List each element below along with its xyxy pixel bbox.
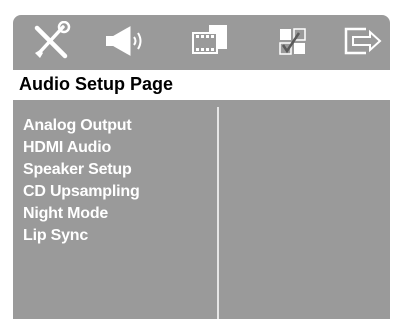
exit-icon[interactable]: [340, 21, 384, 61]
audio-setup-menu: Analog Output HDMI Audio Speaker Setup C…: [13, 115, 218, 247]
options-pane: [221, 107, 390, 319]
page-title: Audio Setup Page: [19, 74, 174, 94]
setup-menu-panel: Audio Setup Page Analog Output HDMI Audi…: [13, 15, 390, 319]
setup-icon-bar: [13, 15, 390, 67]
menu-item-speaker-setup[interactable]: Speaker Setup: [13, 159, 218, 181]
menu-item-cd-upsampling[interactable]: CD Upsampling: [13, 181, 218, 203]
settings-tools-icon[interactable]: [29, 21, 73, 61]
menu-item-hdmi-audio[interactable]: HDMI Audio: [13, 137, 218, 159]
preferences-checkbox-icon[interactable]: [271, 21, 315, 61]
speaker-icon[interactable]: [103, 21, 147, 61]
menu-item-night-mode[interactable]: Night Mode: [13, 203, 218, 225]
page-title-bar: Audio Setup Page: [13, 70, 390, 100]
menu-item-analog-output[interactable]: Analog Output: [13, 115, 218, 137]
video-film-icon[interactable]: [189, 21, 233, 61]
menu-item-lip-sync[interactable]: Lip Sync: [13, 225, 218, 247]
column-divider: [217, 107, 219, 319]
